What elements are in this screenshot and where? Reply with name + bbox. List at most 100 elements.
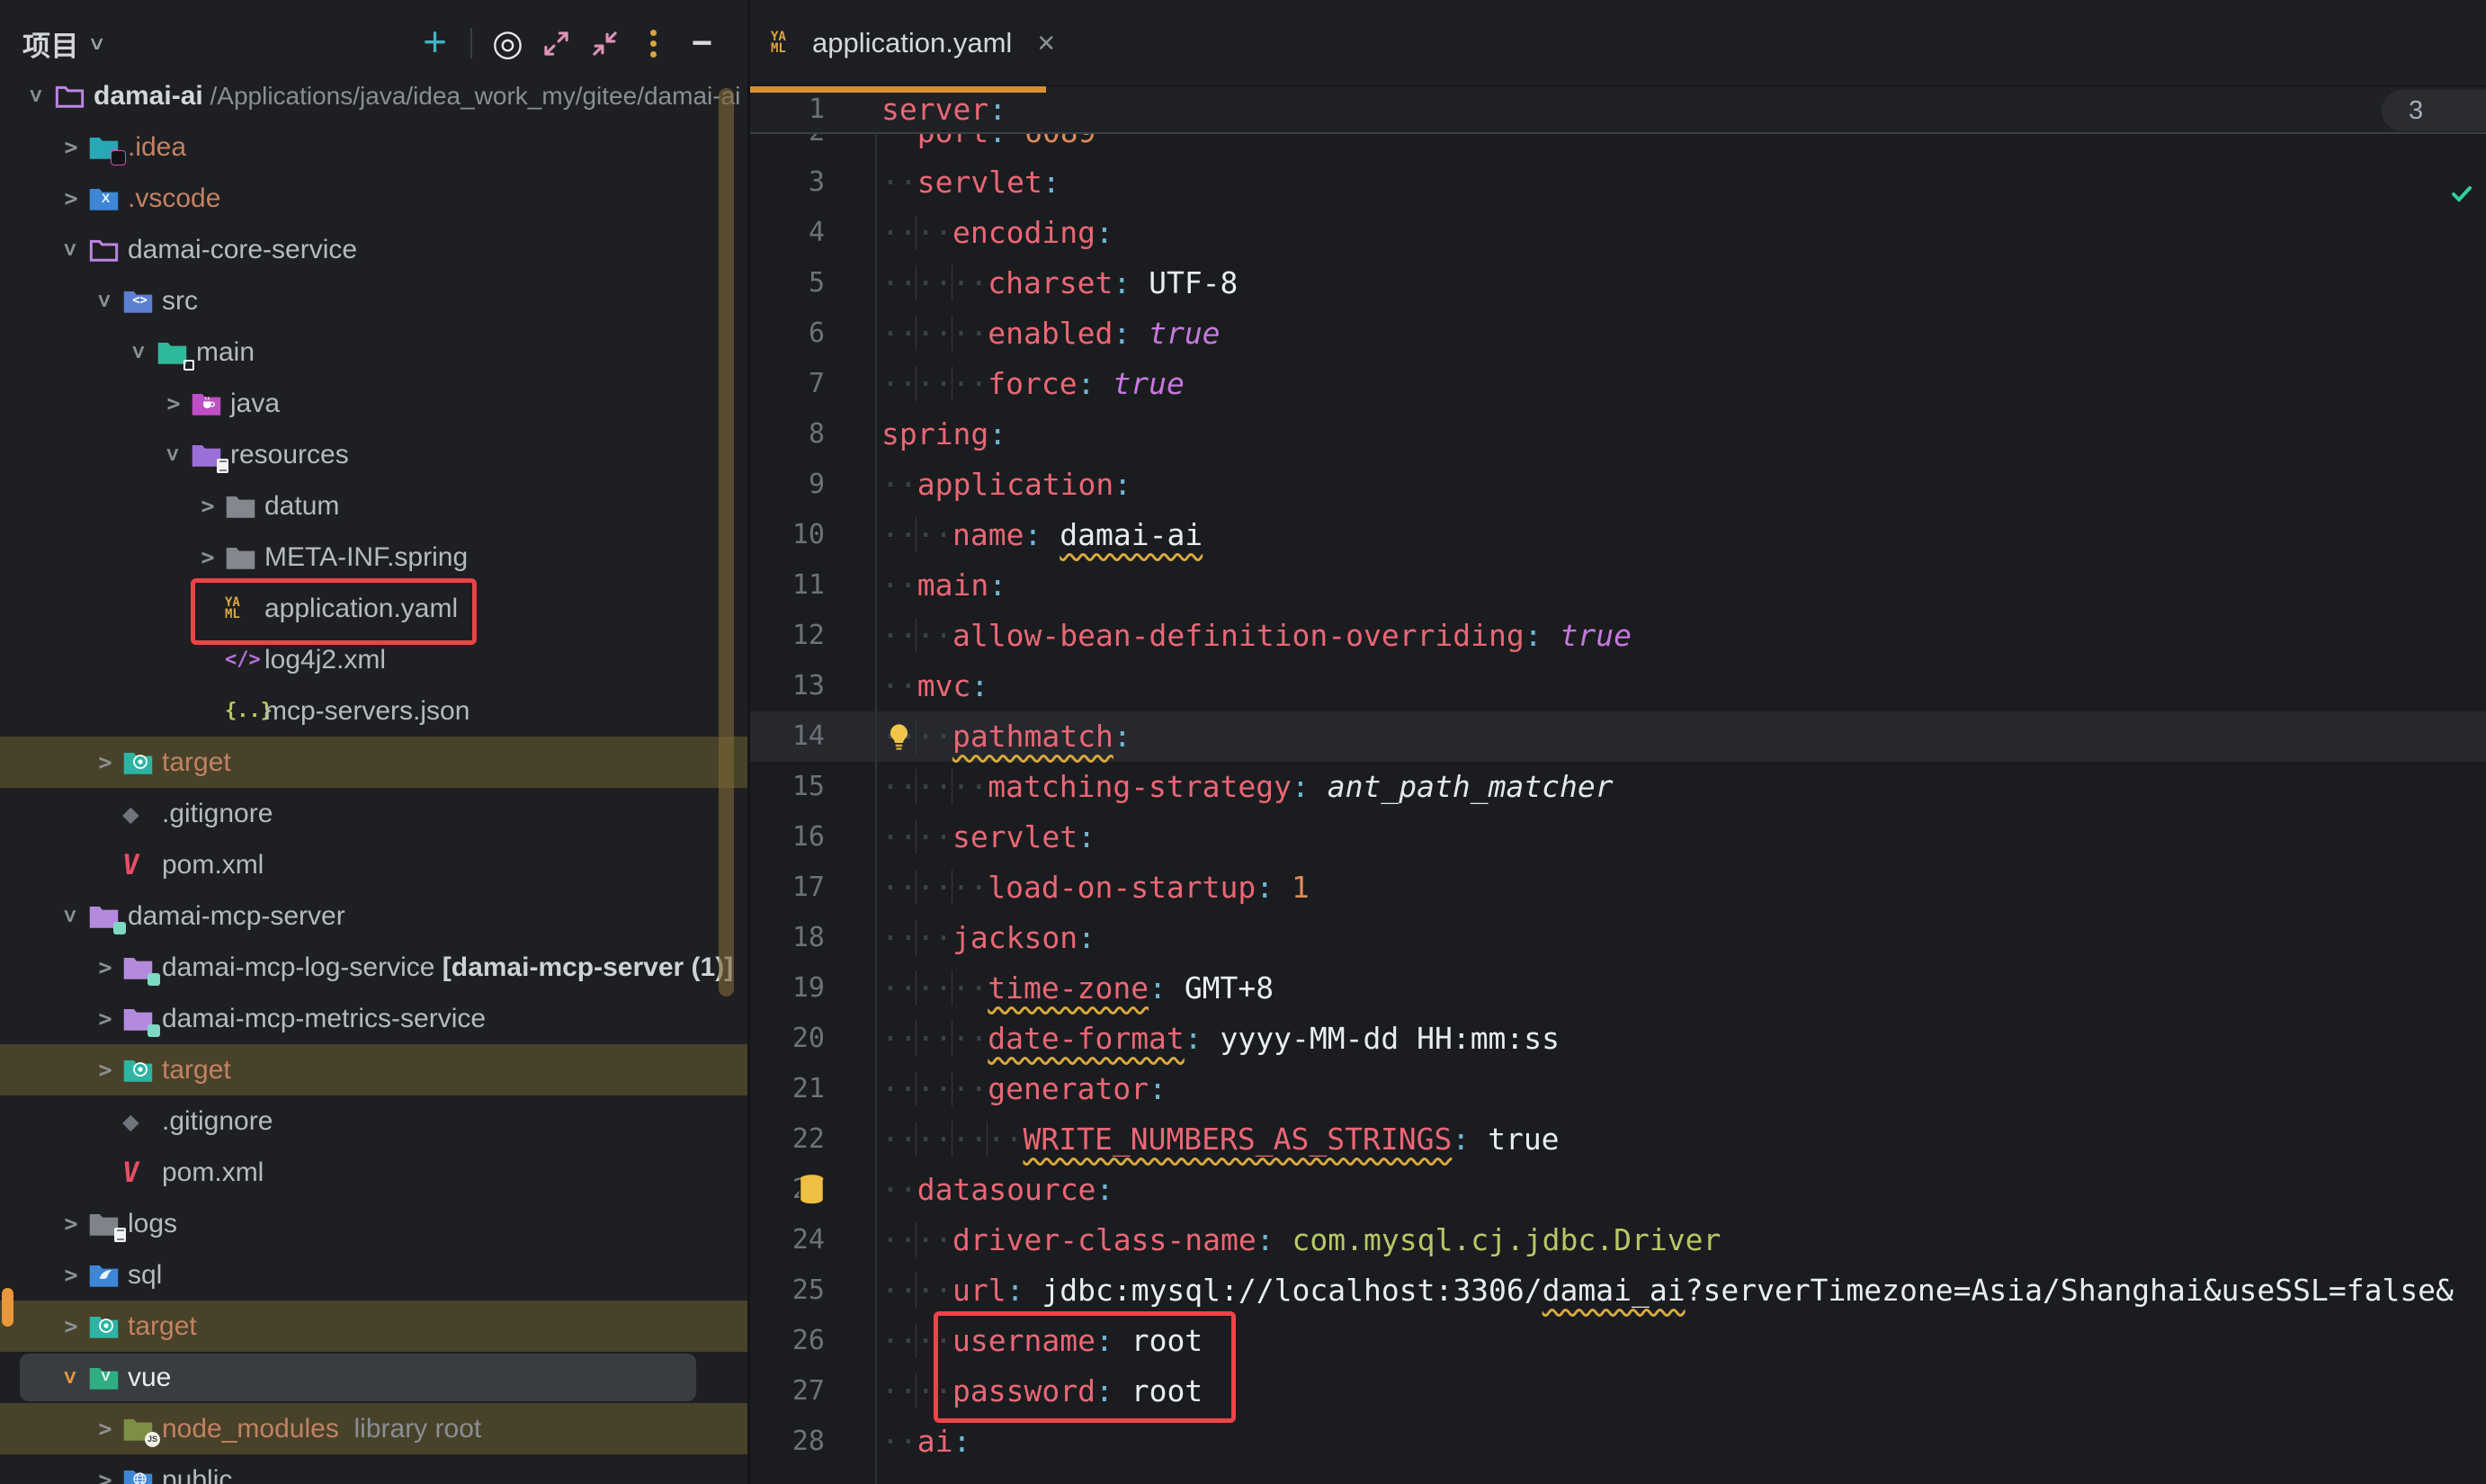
editor-pane: 2··port: 60893··servlet:4····encoding:5·… xyxy=(749,0,2486,1484)
sql-icon xyxy=(88,1259,128,1292)
line-number: 22 xyxy=(749,1114,875,1165)
code-line-12[interactable]: 12····allow-bean-definition-overriding: … xyxy=(749,611,2486,661)
code-line-11[interactable]: 11··main: xyxy=(749,560,2486,611)
chevron-expanded-icon[interactable]: > xyxy=(88,288,122,314)
code-line-9[interactable]: 9··application: xyxy=(749,460,2486,510)
more-options-icon[interactable] xyxy=(637,27,670,60)
tree-item-damai-mcp-server[interactable]: >damai-mcp-server xyxy=(0,890,749,942)
chevron-expanded-icon[interactable]: > xyxy=(122,339,156,365)
tree-item-.idea[interactable]: >.idea xyxy=(0,121,749,173)
tree-item-target[interactable]: >target xyxy=(0,737,749,788)
chevron-collapsed-icon[interactable]: > xyxy=(88,954,122,980)
code-line-10[interactable]: 10····name: damai-ai xyxy=(749,510,2486,560)
json-icon: {..} xyxy=(225,695,264,728)
tree-item-pom.xml[interactable]: Vpom.xml xyxy=(0,839,749,890)
code-line-16[interactable]: 16····servlet: xyxy=(749,812,2486,863)
tree-item-target[interactable]: >target xyxy=(0,1044,749,1095)
tree-item-.vscode[interactable]: >X.vscode xyxy=(0,173,749,224)
tree-item-main[interactable]: >main xyxy=(0,326,749,378)
chevron-collapsed-icon[interactable]: > xyxy=(54,1262,88,1288)
tree-item-java[interactable]: >java xyxy=(0,378,749,429)
tree-item-damai-core-service[interactable]: >damai-core-service xyxy=(0,224,749,275)
tree-item-vue[interactable]: >Vvue xyxy=(0,1352,749,1403)
locate-file-icon[interactable]: ◎ xyxy=(491,27,524,60)
chevron-collapsed-icon[interactable]: > xyxy=(191,544,225,570)
sticky-line[interactable]: 1 server: 3 A xyxy=(749,87,2486,134)
panel-splitter[interactable] xyxy=(747,0,750,1484)
tree-item-damai-ai[interactable]: >damai-ai /Applications/java/idea_work_m… xyxy=(0,70,749,121)
code-line-8[interactable]: 8spring: xyxy=(749,409,2486,460)
chevron-expanded-icon[interactable]: > xyxy=(54,903,88,929)
tree-item-mcp-servers.json[interactable]: {..}mcp-servers.json xyxy=(0,685,749,737)
tree-item-logs[interactable]: >logs xyxy=(0,1198,749,1249)
code-line-28[interactable]: 28··ai: xyxy=(749,1417,2486,1467)
mvn-icon: V xyxy=(122,849,162,881)
inspections-widget[interactable]: 3 A xyxy=(2382,90,2486,131)
chevron-collapsed-icon[interactable]: > xyxy=(88,749,122,775)
chevron-collapsed-icon[interactable]: > xyxy=(54,134,88,160)
code-line-23[interactable]: 23··datasource: xyxy=(749,1165,2486,1215)
chevron-expanded-icon[interactable]: > xyxy=(54,237,88,263)
chevron-expanded-icon[interactable]: > xyxy=(20,83,54,109)
tree-item-damai-mcp-metrics-service[interactable]: >damai-mcp-metrics-service xyxy=(0,993,749,1044)
chevron-expanded-icon[interactable]: > xyxy=(54,1364,88,1390)
expand-all-icon[interactable] xyxy=(540,27,573,60)
tree-item-label: sql xyxy=(128,1260,162,1291)
chevron-collapsed-icon[interactable]: > xyxy=(191,493,225,519)
tree-item-datum[interactable]: >datum xyxy=(0,480,749,532)
tree-item-.gitignore[interactable]: ◆.gitignore xyxy=(0,1095,749,1147)
chevron-collapsed-icon[interactable]: > xyxy=(54,1313,88,1339)
intention-bulb-icon[interactable] xyxy=(882,720,916,754)
code-line-17[interactable]: 17······load-on-startup: 1 xyxy=(749,863,2486,913)
chevron-collapsed-icon[interactable]: > xyxy=(54,1211,88,1237)
tab-application-yaml[interactable]: YAML application.yaml × xyxy=(749,0,1082,86)
database-source-icon[interactable] xyxy=(796,1173,827,1207)
chevron-collapsed-icon[interactable]: > xyxy=(88,1467,122,1484)
tree-scrollbar-thumb[interactable] xyxy=(719,88,734,997)
library-root-suffix: library root xyxy=(339,1414,481,1444)
code-line-22[interactable]: 22········WRITE_NUMBERS_AS_STRINGS: true xyxy=(749,1114,2486,1165)
tree-item-.gitignore[interactable]: ◆.gitignore xyxy=(0,788,749,839)
code-line-25[interactable]: 25····url: jdbc:mysql://localhost:3306/d… xyxy=(749,1265,2486,1316)
code-line-18[interactable]: 18····jackson: xyxy=(749,913,2486,963)
module-suffix: [damai-mcp-server (1)] xyxy=(434,952,733,983)
code-line-13[interactable]: 13··mvc: xyxy=(749,661,2486,711)
tree-item-public[interactable]: >public xyxy=(0,1454,749,1484)
code-line-3[interactable]: 3··servlet: xyxy=(749,157,2486,208)
tree-item-node_modules[interactable]: >JSnode_modules library root xyxy=(0,1403,749,1454)
tree-item-target[interactable]: >target xyxy=(0,1301,749,1352)
add-icon[interactable]: + xyxy=(418,25,452,58)
editor-tab-bar: YAML application.yaml × xyxy=(749,0,2486,86)
tree-item-label: damai-mcp-log-service xyxy=(162,952,434,983)
tree-item-damai-mcp-log-service[interactable]: > damai-mcp-log-service [damai-mcp-server… xyxy=(0,942,749,993)
code-line-15[interactable]: 15······matching-strategy: ant_path_matc… xyxy=(749,762,2486,812)
project-dropdown[interactable]: 项目 xyxy=(22,23,79,64)
pub-icon xyxy=(122,1464,162,1484)
tree-item-META-INF.spring[interactable]: >META-INF.spring xyxy=(0,532,749,583)
chevron-collapsed-icon[interactable]: > xyxy=(88,1006,122,1032)
tree-item-sql[interactable]: > sql xyxy=(0,1249,749,1301)
tree-item-label: mcp-servers.json xyxy=(264,696,469,727)
code-line-14[interactable]: 14····pathmatch: xyxy=(749,711,2486,762)
code-line-24[interactable]: 24····driver-class-name: com.mysql.cj.jd… xyxy=(749,1215,2486,1265)
chevron-collapsed-icon[interactable]: > xyxy=(54,185,88,211)
idea-icon xyxy=(88,131,128,164)
tree-item-pom.xml[interactable]: Vpom.xml xyxy=(0,1147,749,1198)
chevron-collapsed-icon[interactable]: > xyxy=(88,1057,122,1083)
code-line-6[interactable]: 6······enabled: true xyxy=(749,308,2486,359)
line-number: 13 xyxy=(749,661,875,711)
tree-item-src[interactable]: ><>src xyxy=(0,275,749,326)
mod-icon xyxy=(88,900,128,933)
code-line-19[interactable]: 19······time-zone: GMT+8 xyxy=(749,963,2486,1014)
code-line-21[interactable]: 21······generator: xyxy=(749,1064,2486,1114)
hide-panel-icon[interactable]: − xyxy=(685,27,719,60)
code-line-4[interactable]: 4····encoding: xyxy=(749,208,2486,258)
code-line-7[interactable]: 7······force: true xyxy=(749,359,2486,409)
chevron-expanded-icon[interactable]: > xyxy=(156,442,191,468)
tree-item-resources[interactable]: >resources xyxy=(0,429,749,480)
collapse-all-icon[interactable] xyxy=(588,27,622,60)
chevron-collapsed-icon[interactable]: > xyxy=(156,390,191,416)
chevron-collapsed-icon[interactable]: > xyxy=(88,1416,122,1442)
code-line-5[interactable]: 5······charset: UTF-8 xyxy=(749,258,2486,308)
code-line-20[interactable]: 20······date-format: yyyy-MM-dd HH:mm:ss xyxy=(749,1014,2486,1064)
